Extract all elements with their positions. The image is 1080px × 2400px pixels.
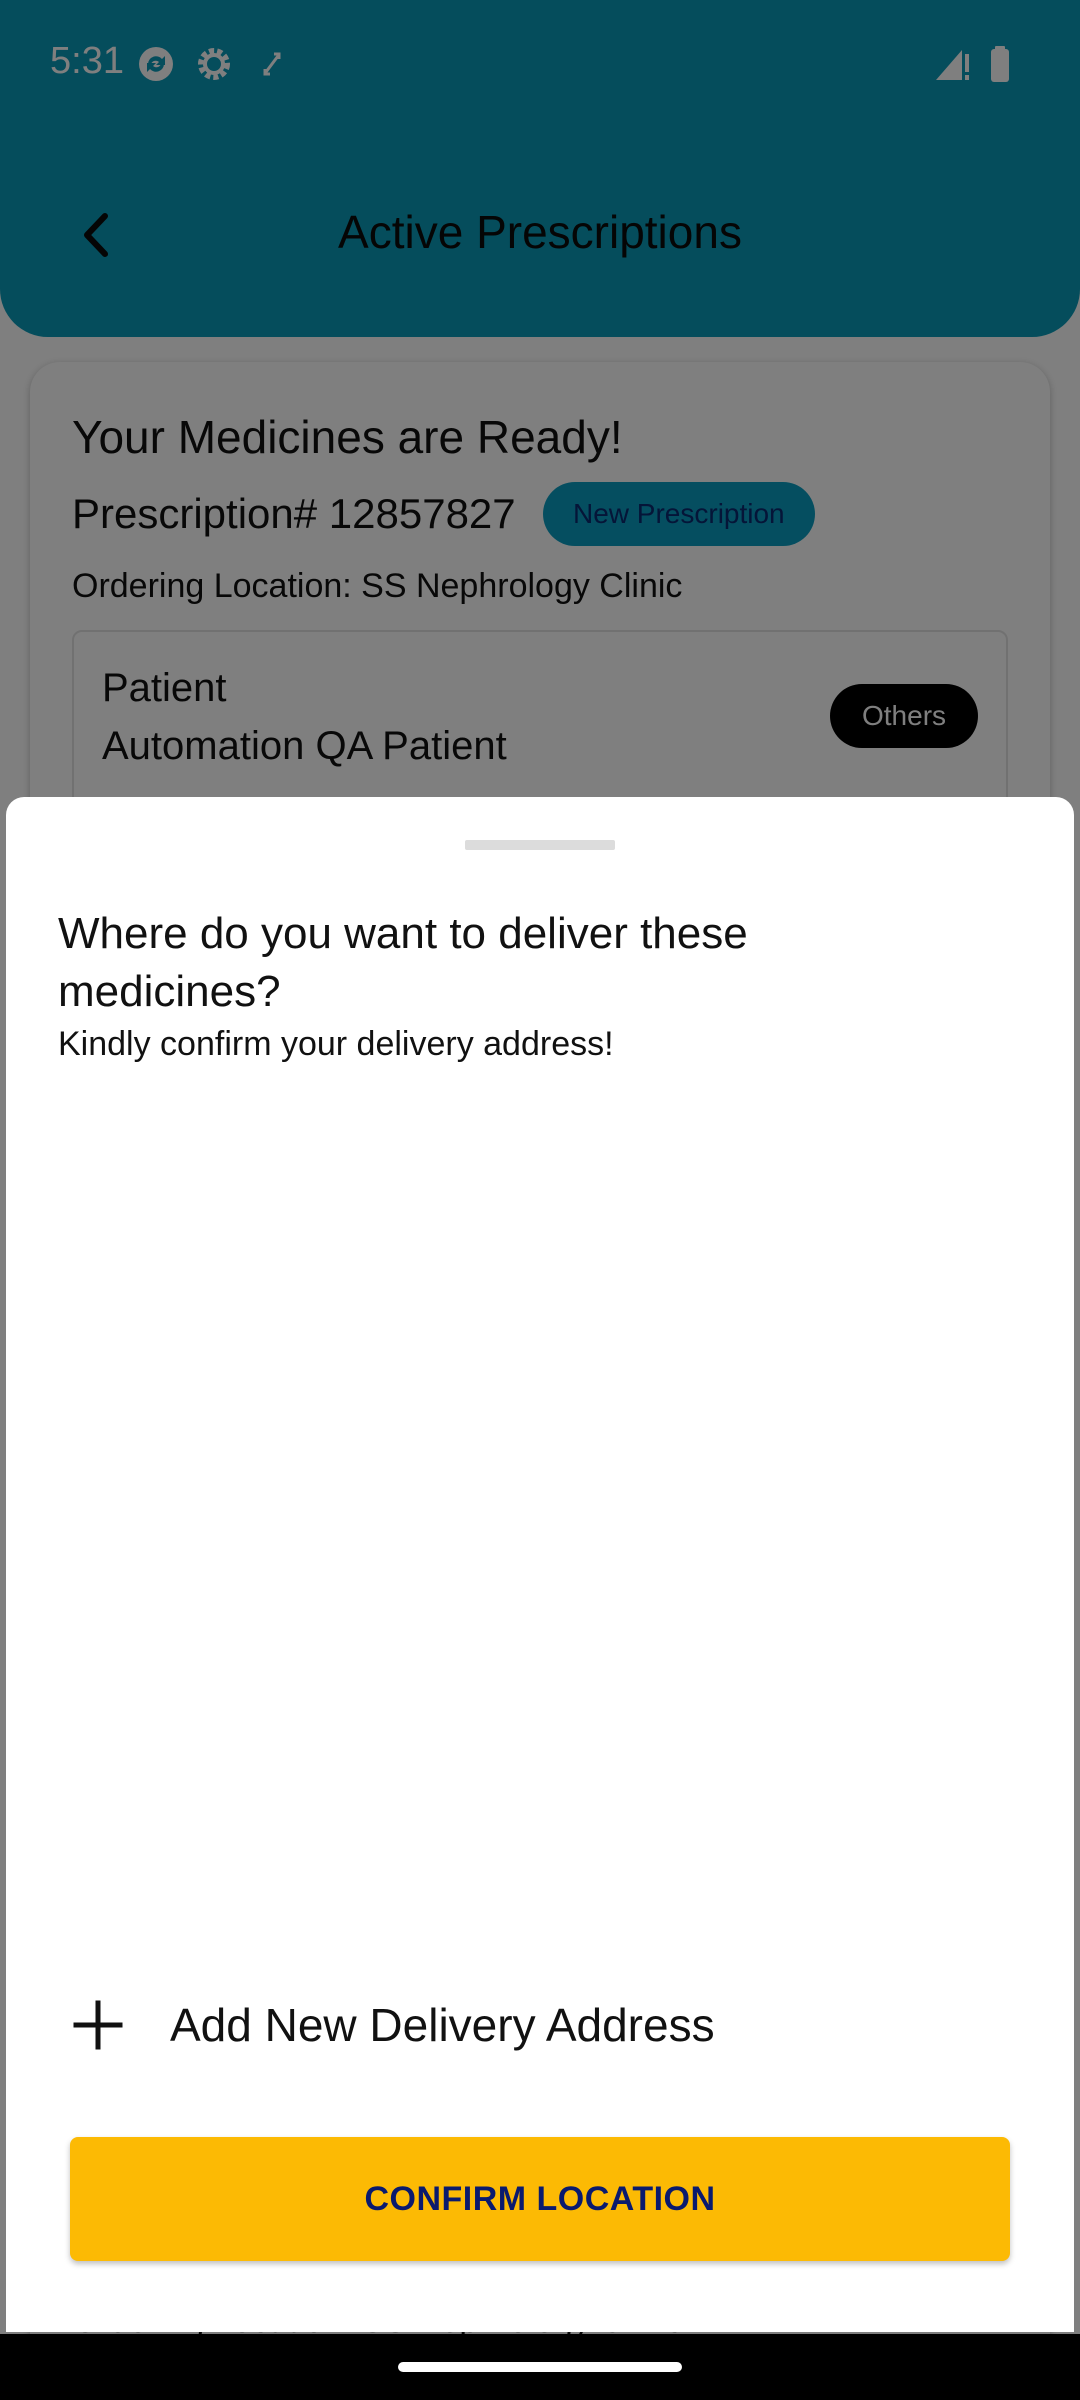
- drag-handle[interactable]: [465, 840, 615, 850]
- home-gesture-handle[interactable]: [398, 2362, 682, 2372]
- add-new-address-button[interactable]: Add New Delivery Address: [66, 1985, 715, 2065]
- sheet-title: Where do you want to deliver these medic…: [58, 909, 748, 1016]
- sheet-subtitle: Kindly confirm your delivery address!: [58, 1025, 614, 1063]
- plus-icon: [73, 2000, 123, 2050]
- delivery-bottom-sheet: Where do you want to deliver these medic…: [6, 797, 1074, 2332]
- add-address-label: Add New Delivery Address: [170, 1999, 715, 2051]
- confirm-location-button[interactable]: CONFIRM LOCATION: [70, 2137, 1010, 2261]
- navigation-bar: [0, 2334, 1080, 2400]
